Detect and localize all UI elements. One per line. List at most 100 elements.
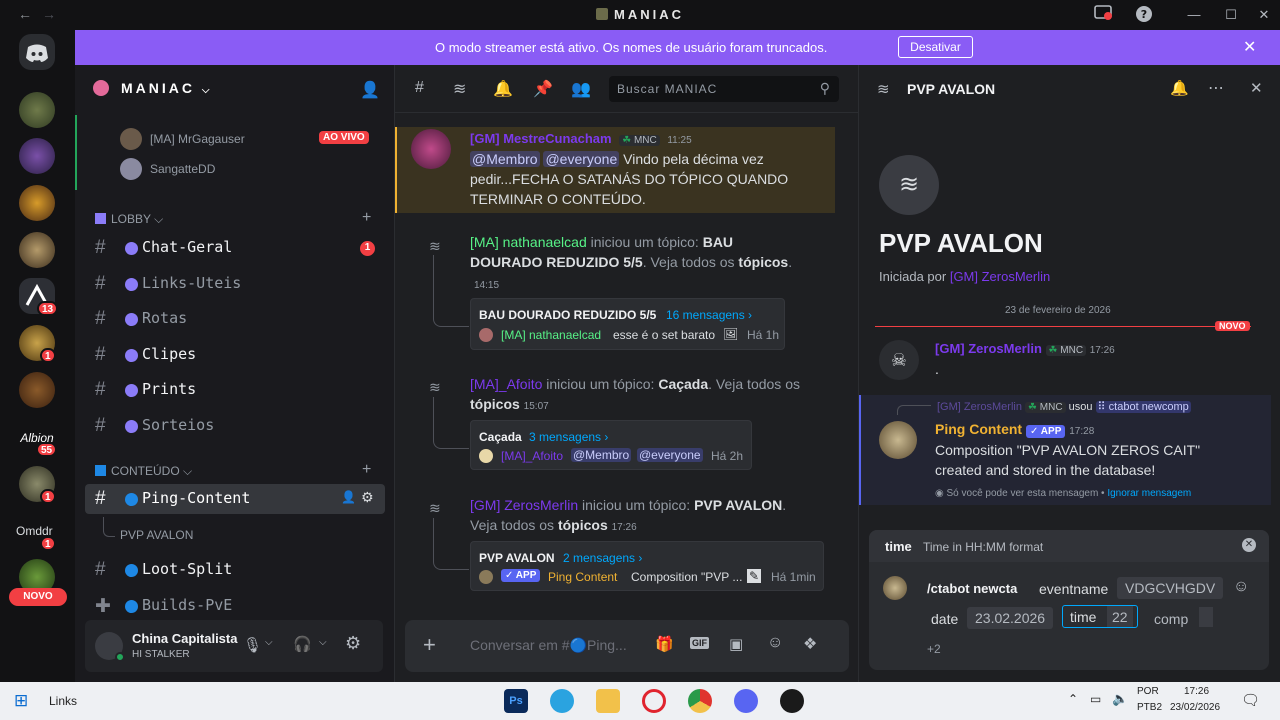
thread-list-icon[interactable]: ≋ [453, 79, 466, 99]
server-icon[interactable] [19, 185, 55, 221]
links-toolbar[interactable]: Links [49, 694, 77, 708]
minimize-icon[interactable]: — [1184, 5, 1204, 25]
gear-icon[interactable]: ⚙ [361, 489, 374, 506]
thread-card[interactable]: Caçada 3 mensagens › [MA]_Afoito @Membro… [470, 420, 752, 470]
help-icon[interactable]: ? [1134, 5, 1154, 25]
channel-builds-pve[interactable]: ✚ Builds-PvE [85, 591, 385, 621]
voice-user[interactable]: SangatteDD [150, 162, 215, 176]
discord-taskbar-icon[interactable] [734, 689, 758, 713]
server-badge: 13 [37, 301, 59, 316]
gift-icon[interactable]: 🎁 [655, 635, 674, 653]
param-label[interactable]: comp [1154, 611, 1188, 627]
language-indicator[interactable]: POR [1137, 686, 1159, 697]
avatar[interactable] [411, 129, 451, 169]
server-icon[interactable] [19, 92, 55, 128]
channel-chat-geral[interactable]: # Chat-Geral [85, 233, 385, 263]
chrome-icon[interactable] [688, 689, 712, 713]
disable-streamer-button[interactable]: Desativar [898, 36, 973, 58]
file-explorer-icon[interactable] [596, 689, 620, 713]
add-channel-icon[interactable]: + [362, 461, 371, 479]
close-thread-icon[interactable]: ✕ [1250, 79, 1263, 97]
banner-close-icon[interactable]: ✕ [1243, 37, 1256, 57]
gif-icon[interactable]: GIF [690, 637, 709, 649]
channel-sorteios[interactable]: # Sorteios [85, 411, 385, 441]
bell-icon[interactable]: 🔔 [493, 79, 513, 99]
thread-item-pvp-avalon[interactable]: PVP AVALON [120, 528, 193, 542]
add-member-icon[interactable]: 👤 [341, 490, 356, 504]
voice-user[interactable]: [MA] MrGagauser [150, 132, 245, 146]
time-field[interactable]: 22 [1107, 606, 1133, 627]
opera-icon[interactable] [642, 689, 666, 713]
chevron-down-icon[interactable]: ⌵ [319, 637, 327, 648]
thread-count[interactable]: 3 mensagens › [529, 430, 608, 444]
clock-time[interactable]: 17:26 [1184, 686, 1209, 697]
maximize-icon[interactable]: ☐ [1221, 5, 1241, 25]
thread-card[interactable]: PVP AVALON 2 mensagens › ✓ APP Ping Cont… [470, 541, 824, 591]
tray-chevron-icon[interactable]: ⌃ [1068, 692, 1078, 706]
more-params[interactable]: +2 [927, 642, 941, 656]
clock-date[interactable]: 23/02/2026 [1170, 702, 1220, 713]
guild-tag: ☘ MNC [619, 135, 660, 146]
server-icon[interactable] [19, 138, 55, 174]
network-icon[interactable]: ▭ [1090, 692, 1101, 706]
channel-loot-split[interactable]: # Loot-Split [85, 555, 385, 585]
add-channel-icon[interactable]: + [362, 209, 371, 227]
channel-prints[interactable]: # Prints [85, 375, 385, 405]
search-input[interactable]: Buscar MANIAC ⚲ [609, 76, 839, 102]
apps-icon[interactable]: ❖ [803, 634, 817, 654]
thread-age: Há 2h [711, 449, 744, 463]
more-icon[interactable]: ⋯ [1208, 78, 1224, 98]
windows-start-icon[interactable]: ⊞ [14, 691, 28, 711]
server-icon[interactable] [19, 232, 55, 268]
headphones-icon[interactable]: 🎧 [293, 635, 312, 653]
photoshop-icon[interactable]: Ps [504, 689, 528, 713]
date-field[interactable]: 23.02.2026 [967, 607, 1054, 629]
avatar[interactable]: ☠ [879, 340, 919, 380]
mention[interactable]: @Membro [470, 151, 540, 167]
clear-icon[interactable]: ✕ [1242, 538, 1256, 552]
time-field-focus[interactable]: time 22 [1062, 605, 1138, 628]
discord-home-icon[interactable] [19, 34, 55, 70]
message-author[interactable]: [GM] MestreCunacham [470, 131, 612, 146]
chevron-down-icon[interactable]: ⌵ [265, 637, 273, 648]
emoji-icon[interactable]: ☺ [767, 634, 783, 652]
emoji-icon[interactable]: ☺ [1233, 578, 1249, 596]
channel-ping-content[interactable]: # Ping-Content 👤 ⚙ [85, 484, 385, 514]
guild-name[interactable]: MANIAC ⌵ [121, 80, 212, 96]
mention[interactable]: @everyone [543, 151, 620, 167]
threads-icon[interactable]: # [415, 79, 424, 97]
chevron-down-icon: ⌵ [201, 85, 213, 96]
volume-icon[interactable]: 🔈 [1112, 691, 1128, 707]
channel-rotas[interactable]: # Rotas [85, 304, 385, 334]
channel-links-uteis[interactable]: # Links-Uteis [85, 269, 385, 299]
thread-last-author: [MA] nathanaelcad [501, 328, 602, 342]
bell-icon[interactable]: 🔔 [1170, 79, 1189, 97]
thread-age: Há 1h [747, 328, 780, 342]
pin-icon[interactable]: 📌 [533, 79, 553, 99]
members-icon[interactable]: 👥 [571, 79, 591, 99]
language-indicator-sub[interactable]: PTB2 [1137, 702, 1162, 713]
thread-card[interactable]: BAU DOURADO REDUZIDO 5/5 16 mensagens › … [470, 298, 785, 350]
inbox-icon[interactable] [1093, 5, 1113, 25]
microphone-icon[interactable]: 🎙 [243, 636, 262, 654]
username[interactable]: China Capitalista [132, 631, 237, 646]
settings-gear-icon[interactable]: ⚙ [345, 633, 361, 654]
server-icon[interactable] [19, 372, 55, 408]
telegram-icon[interactable] [550, 689, 574, 713]
comp-field[interactable] [1199, 607, 1213, 627]
close-window-icon[interactable]: ✕ [1254, 5, 1274, 25]
channel-clipes[interactable]: # Clipes [85, 340, 385, 370]
eventname-field[interactable]: VDGCVHGDV [1117, 577, 1224, 599]
new-servers-pill[interactable]: NOVO [9, 588, 67, 606]
category-conteudo[interactable]: CONTEÚDO ⌵ [95, 464, 192, 479]
thread-count[interactable]: 16 mensagens › [666, 308, 752, 322]
add-attachment-icon[interactable]: + [423, 632, 436, 658]
app-icon[interactable] [780, 689, 804, 713]
invite-icon[interactable]: 👤 [360, 80, 380, 100]
notifications-icon[interactable]: 🗨 [1241, 691, 1260, 709]
thread-count[interactable]: 2 mensagens › [563, 551, 642, 565]
category-lobby[interactable]: LOBBY ⌵ [95, 212, 163, 227]
sticker-icon[interactable]: ▣ [729, 635, 743, 653]
avatar[interactable] [879, 421, 917, 459]
message-input[interactable]: Conversar em #🔵Ping... [470, 637, 627, 654]
